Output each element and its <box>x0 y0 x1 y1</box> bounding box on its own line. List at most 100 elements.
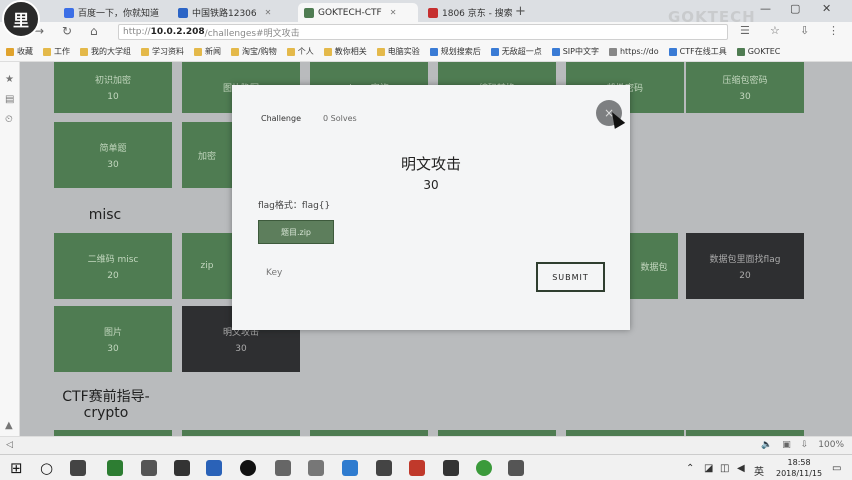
tab-goktech-ctf[interactable]: GOKTECH-CTF ✕ <box>298 3 418 22</box>
search-icon[interactable]: ○ <box>40 459 53 477</box>
bookmark-item[interactable]: 学习资料 <box>141 46 184 57</box>
bookmark-item[interactable]: 工作 <box>43 46 70 57</box>
challenge-description: flag格式：flag{} <box>258 201 331 211</box>
download-icon[interactable]: ⇩ <box>800 24 809 37</box>
horizontal-scrollbar[interactable]: ◁ 🔈 ▣ ⇩ 100% <box>0 436 852 454</box>
bookmark-item[interactable]: 个人 <box>286 46 314 57</box>
navigation-bar: ← → ↻ ⌂ http:// 10.0.2.208 /challenges#明… <box>0 22 852 42</box>
tray-up-icon[interactable]: ⌃ <box>686 463 694 474</box>
baidu-icon <box>64 7 74 18</box>
side-panel: ★ ▤ ⏲ ▲ <box>0 62 20 436</box>
app-icon[interactable] <box>508 460 524 476</box>
star-icon[interactable]: ☆ <box>770 24 780 37</box>
scroll-left-icon[interactable]: ◁ <box>6 440 13 450</box>
app-icon[interactable] <box>206 460 222 476</box>
folder-icon <box>376 47 385 56</box>
close-tab-icon[interactable]: ✕ <box>265 8 272 17</box>
tab-solves[interactable]: 0 Solves <box>323 114 357 123</box>
bookmark-item[interactable]: 我的大学组 <box>80 46 131 57</box>
tab-baidu[interactable]: 百度一下，你就知道 ✕ <box>58 3 168 22</box>
bookmark-item[interactable]: GOKTEC <box>736 47 780 56</box>
folder-icon <box>80 47 88 56</box>
app-icon[interactable] <box>174 460 190 476</box>
bookmark-item[interactable]: SIP中文字 <box>551 46 599 57</box>
challenge-card[interactable]: 图片 30 <box>54 306 172 372</box>
start-icon[interactable]: ⊞ <box>10 459 23 477</box>
challenge-card[interactable]: 简单题 30 <box>54 122 172 188</box>
minimize-icon[interactable]: — <box>760 2 771 15</box>
task-view-icon[interactable] <box>70 460 86 476</box>
bookmark-item[interactable]: 规划搜索后 <box>429 46 481 57</box>
challenge-title: 明文攻击 <box>400 155 461 173</box>
favorites-icon[interactable]: ★ <box>5 74 14 85</box>
tab-label: GOKTECH-CTF <box>318 7 382 18</box>
bookmark-item[interactable]: https://do <box>608 47 659 56</box>
submit-label: SUBMIT <box>552 272 589 282</box>
notification-icon[interactable]: ▭ <box>832 463 841 474</box>
app-icon[interactable] <box>443 460 459 476</box>
app-icon[interactable] <box>141 460 157 476</box>
tray-icon[interactable]: ◪ <box>704 463 713 474</box>
home-icon[interactable]: ⌂ <box>90 24 98 38</box>
submit-button[interactable]: SUBMIT <box>536 262 605 292</box>
app-icon[interactable] <box>308 460 324 476</box>
address-bar[interactable]: http:// 10.0.2.208 /challenges#明文攻击 <box>118 24 728 40</box>
folder-icon <box>194 47 202 56</box>
download-status-icon[interactable]: ⇩ <box>801 440 809 450</box>
challenge-card[interactable]: 数据包 <box>630 233 678 299</box>
reload-icon[interactable]: ↻ <box>62 24 72 38</box>
app-icon[interactable] <box>376 460 392 476</box>
file-label: 题目.zip <box>280 227 312 237</box>
tab-label: 1806 京东 - 搜索 <box>442 9 512 19</box>
network-icon[interactable]: ◫ <box>720 463 729 474</box>
tab-challenge[interactable]: Challenge <box>261 114 301 123</box>
key-input[interactable] <box>258 262 518 284</box>
tab-jd[interactable]: 1806 京东 - 搜索 ✕ <box>422 3 512 22</box>
reading-list-icon[interactable]: ▤ <box>5 94 14 105</box>
challenge-card[interactable]: 压缩包密码 30 <box>686 62 804 113</box>
new-tab-button[interactable]: + <box>515 4 526 19</box>
download-file-button[interactable]: 题目.zip <box>258 220 334 244</box>
challenge-card[interactable]: 初识加密 10 <box>54 62 172 113</box>
bookmark-item[interactable]: 电脑实验 <box>376 46 420 57</box>
screenshot-icon[interactable]: ▣ <box>782 440 791 450</box>
scroll-up-icon[interactable]: ▲ <box>5 420 13 431</box>
folder-icon <box>43 47 51 56</box>
app-icon[interactable] <box>240 460 256 476</box>
railway-icon <box>178 7 188 18</box>
ime-indicator[interactable]: 英 <box>754 463 764 478</box>
maximize-icon[interactable]: ▢ <box>790 2 800 15</box>
status-icons: 🔈 ▣ ⇩ 100% <box>761 440 844 450</box>
modal-tabs: Challenge 0 Solves <box>261 114 357 123</box>
challenge-modal: Challenge 0 Solves × 明文攻击 30 flag格式：flag… <box>232 85 630 330</box>
close-window-icon[interactable]: ✕ <box>822 2 831 15</box>
bookmark-item[interactable]: 无敌超一点 <box>490 46 542 57</box>
close-tab-icon[interactable]: ✕ <box>390 8 397 17</box>
bookmark-item[interactable]: CTF在线工具 <box>668 46 727 57</box>
history-icon[interactable]: ⏲ <box>5 114 13 125</box>
browser-app-icon[interactable] <box>476 460 492 476</box>
challenge-card[interactable]: 加密 <box>182 122 232 188</box>
app-icon[interactable] <box>275 460 291 476</box>
bookmark-item[interactable]: 教你相关 <box>323 46 367 57</box>
bookmark-item[interactable]: 收藏 <box>6 46 33 57</box>
volume-icon[interactable]: ◀ <box>737 463 745 474</box>
sound-icon[interactable]: 🔈 <box>761 440 772 450</box>
challenge-card[interactable]: zip <box>182 233 232 299</box>
app-icon[interactable] <box>342 460 358 476</box>
challenge-card[interactable]: 二维码 misc 20 <box>54 233 172 299</box>
app-icon[interactable] <box>107 460 123 476</box>
extension-icon[interactable]: ☰ <box>740 24 750 37</box>
tab-strip: 里 百度一下，你就知道 ✕ 中国铁路12306 ✕ GOKTECH-CTF ✕ … <box>0 0 852 38</box>
close-tab-icon[interactable]: ✕ <box>167 8 168 17</box>
zoom-level[interactable]: 100% <box>818 440 844 450</box>
app-icon[interactable] <box>409 460 425 476</box>
challenge-card-solved[interactable]: 数据包里面找flag 20 <box>686 233 804 299</box>
section-title-crypto: CTF赛前指导- crypto <box>62 389 150 421</box>
bookmark-item[interactable]: 新闻 <box>194 46 221 57</box>
menu-icon[interactable]: ⋮ <box>828 24 839 37</box>
bookmark-item[interactable]: 淘宝/购物 <box>231 46 277 57</box>
system-clock[interactable]: 18:58 2018/11/15 <box>776 457 822 479</box>
tab-12306[interactable]: 中国铁路12306 ✕ <box>172 3 294 22</box>
profile-avatar[interactable]: 里 <box>2 0 40 38</box>
